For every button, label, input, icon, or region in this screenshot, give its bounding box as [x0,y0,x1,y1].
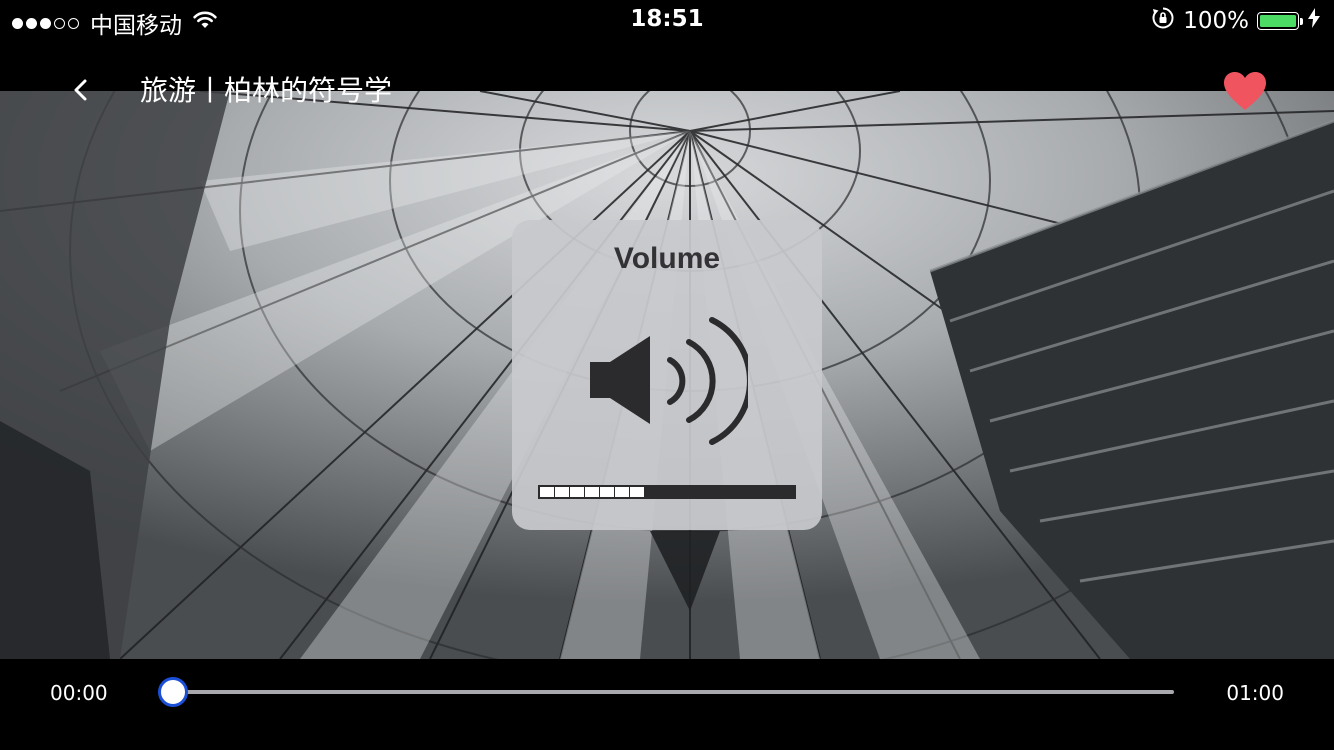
volume-hud-title: Volume [613,242,721,275]
volume-segment [615,487,629,497]
progress-track[interactable] [174,690,1174,694]
volume-segment [585,487,599,497]
back-button[interactable] [66,72,96,108]
orientation-lock-icon [1151,6,1175,36]
volume-hud: Volume [512,220,822,530]
battery-icon [1257,12,1299,30]
status-bar: 中国移动 18:51 100% [0,0,1334,40]
charging-bolt-icon [1308,8,1320,34]
video-player-screen: 中国移动 18:51 100% 旅游丨柏林的符号学 Volume 00:00 0… [0,0,1334,750]
speaker-icon [588,316,753,452]
favorite-button[interactable] [1222,70,1268,112]
player-header: 旅游丨柏林的符号学 [0,62,1334,120]
battery-tip [1300,17,1303,25]
volume-segment [540,487,554,497]
volume-segment [600,487,614,497]
status-right: 100% [1151,6,1320,36]
video-title: 旅游丨柏林的符号学 [140,74,393,107]
volume-segment [630,487,644,497]
current-time: 00:00 [50,681,108,705]
battery-level [1260,15,1296,27]
total-time: 01:00 [1226,681,1284,705]
heart-icon [1224,72,1266,110]
chevron-left-icon [74,79,87,101]
volume-level-fill [540,487,645,497]
progress-thumb[interactable] [158,677,188,707]
playback-controls: 00:00 01:00 [0,659,1334,750]
status-time: 18:51 [630,6,704,32]
volume-segment [555,487,569,497]
volume-level-bar [538,485,796,499]
volume-segment [570,487,584,497]
battery-percent: 100% [1183,8,1249,34]
